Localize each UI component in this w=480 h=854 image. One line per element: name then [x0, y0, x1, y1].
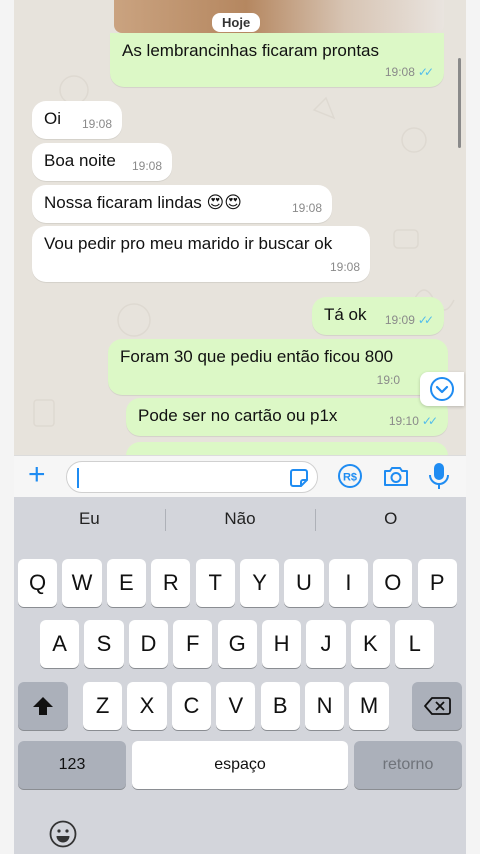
key-e[interactable]: E	[106, 559, 146, 607]
scrollbar[interactable]	[458, 58, 461, 148]
message-time: 19:09	[384, 313, 415, 327]
key-f[interactable]: F	[173, 620, 213, 668]
rs-payment-icon[interactable]: R$	[337, 463, 363, 489]
key-w[interactable]: W	[62, 559, 102, 607]
return-key[interactable]: retorno	[354, 741, 462, 789]
key-s[interactable]: S	[84, 620, 124, 668]
message-incoming[interactable]: Boa noite 19:08	[32, 143, 172, 181]
key-q[interactable]: Q	[18, 559, 58, 607]
key-z[interactable]: Z	[83, 682, 123, 730]
microphone-icon[interactable]	[428, 461, 450, 491]
delete-key[interactable]	[412, 682, 462, 730]
sent-photo[interactable]	[114, 0, 444, 33]
key-n[interactable]: N	[305, 682, 345, 730]
camera-icon[interactable]	[382, 463, 410, 489]
key-g[interactable]: G	[217, 620, 257, 668]
key-p[interactable]: P	[417, 559, 457, 607]
key-u[interactable]: U	[284, 559, 324, 607]
message-incoming[interactable]: Oi 19:08	[32, 101, 122, 139]
suggestion-item[interactable]: O	[315, 497, 466, 541]
key-t[interactable]: T	[195, 559, 235, 607]
message-text: Nossa ficaram lindas 😍😍	[44, 193, 242, 212]
message-time: 19:08	[81, 117, 112, 131]
key-o[interactable]: O	[373, 559, 413, 607]
chevron-down-circle-icon	[430, 377, 454, 401]
message-outgoing[interactable]: Tá ok 19:09 ✓✓	[312, 297, 444, 335]
message-time: 19:10	[388, 414, 419, 428]
shift-icon	[33, 697, 53, 715]
shift-key[interactable]	[18, 682, 68, 730]
read-ticks-icon: ✓✓	[421, 414, 438, 428]
phone-screen: Hoje As lembrancinhas ficaram prontas 19…	[14, 0, 466, 854]
sticker-icon[interactable]	[289, 468, 309, 488]
plus-icon[interactable]: +	[28, 460, 46, 490]
key-a[interactable]: A	[40, 620, 80, 668]
keyboard: Eu Não O QWERTYUIOP ASDFGHJKL ZXCVBNM 12…	[14, 497, 466, 854]
message-outgoing[interactable]: As lembrancinhas ficaram prontas 19:08 ✓✓	[110, 33, 444, 87]
message-time: 19:08	[384, 65, 415, 79]
key-l[interactable]: L	[395, 620, 435, 668]
key-c[interactable]: C	[171, 682, 211, 730]
day-chip: Hoje	[212, 13, 261, 32]
key-x[interactable]: X	[127, 682, 167, 730]
key-h[interactable]: H	[262, 620, 302, 668]
key-v[interactable]: V	[216, 682, 256, 730]
key-r[interactable]: R	[151, 559, 191, 607]
suggestion-item[interactable]: Não	[164, 497, 316, 541]
backspace-icon	[424, 697, 451, 715]
key-j[interactable]: J	[306, 620, 346, 668]
message-time: 19:08	[131, 159, 162, 173]
emoji-icon[interactable]	[48, 819, 78, 849]
key-m[interactable]: M	[349, 682, 389, 730]
message-input[interactable]	[66, 461, 318, 493]
message-outgoing-partial[interactable]	[126, 442, 448, 455]
message-time: 19:08	[291, 201, 322, 215]
key-i[interactable]: I	[328, 559, 368, 607]
space-key[interactable]: espaço	[132, 741, 348, 789]
suggestion-bar: Eu Não O	[14, 497, 466, 541]
key-k[interactable]: K	[350, 620, 390, 668]
message-incoming[interactable]: Vou pedir pro meu marido ir buscar ok 19…	[32, 226, 370, 282]
scroll-to-bottom-button[interactable]	[420, 372, 464, 406]
numbers-key[interactable]: 123	[18, 741, 126, 789]
key-y[interactable]: Y	[240, 559, 280, 607]
key-b[interactable]: B	[260, 682, 300, 730]
message-text: Foram 30 que pediu então ficou 800	[120, 347, 394, 366]
message-outgoing[interactable]: Pode ser no cartão ou p1x 19:10 ✓✓	[126, 398, 448, 436]
message-time: 19:0	[376, 373, 400, 387]
message-outgoing[interactable]: Foram 30 que pediu então ficou 800 19:0	[108, 339, 448, 395]
message-time: 19:08	[329, 260, 360, 274]
message-incoming[interactable]: Nossa ficaram lindas 😍😍 19:08	[32, 185, 332, 223]
text-caret	[77, 468, 79, 488]
message-text: Vou pedir pro meu marido ir buscar ok	[44, 234, 333, 253]
read-ticks-icon: ✓✓	[417, 65, 434, 79]
message-input-bar: + R$	[14, 455, 466, 497]
suggestion-item[interactable]: Eu	[14, 497, 165, 541]
chat-area[interactable]: Hoje As lembrancinhas ficaram prontas 19…	[14, 0, 466, 455]
read-ticks-icon: ✓✓	[417, 313, 434, 327]
svg-text:R$: R$	[343, 472, 357, 484]
key-d[interactable]: D	[128, 620, 168, 668]
message-text: As lembrancinhas ficaram prontas	[122, 41, 380, 60]
